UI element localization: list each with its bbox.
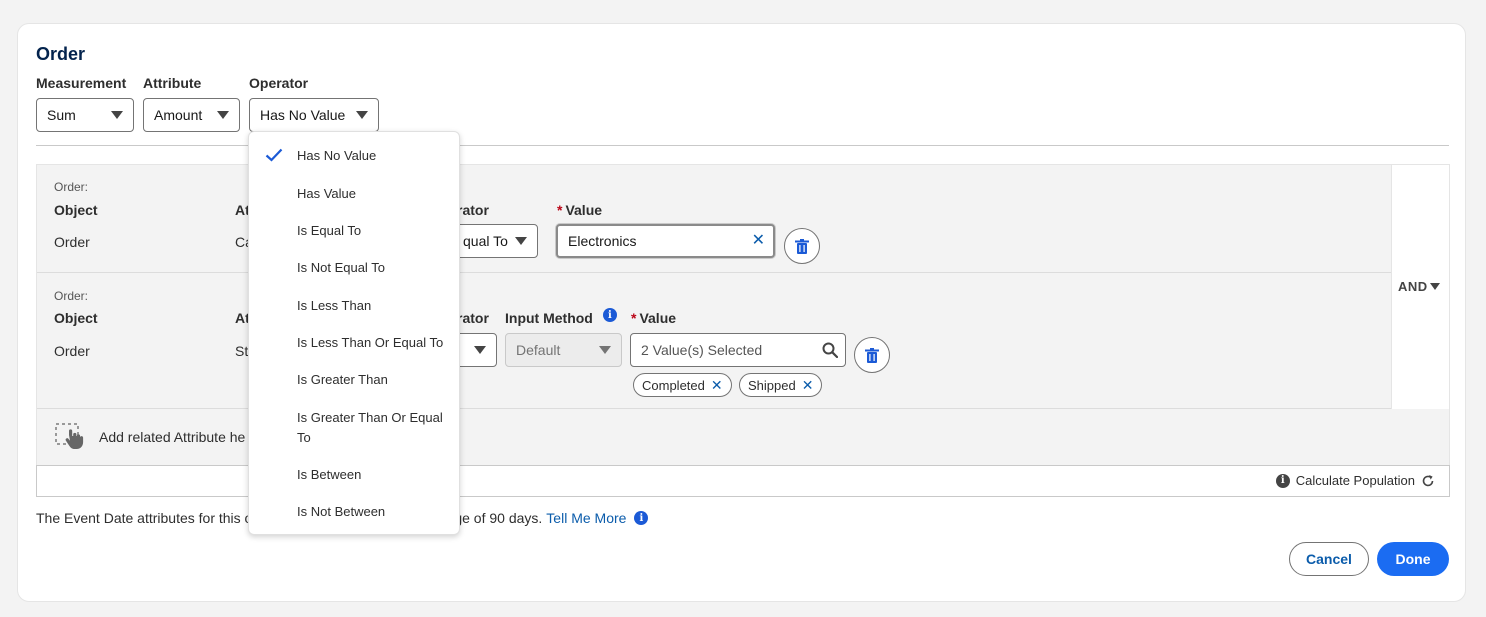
object-label: Object — [54, 310, 98, 326]
required-indicator: * — [557, 202, 563, 218]
menu-item-is-not-equal-to[interactable]: Is Not Equal To — [249, 258, 459, 278]
measurement-label: Measurement — [36, 75, 127, 91]
refresh-icon — [1422, 474, 1434, 486]
menu-item-is-greater-than-or-equal-to[interactable]: Is Greater Than Or Equal To — [249, 408, 459, 448]
rule1-value-text: Electronics — [568, 233, 637, 249]
menu-item-is-equal-to[interactable]: Is Equal To — [249, 221, 459, 241]
operator-label: rator — [457, 202, 489, 218]
check-icon — [265, 148, 283, 162]
object-label: Object — [54, 202, 98, 218]
chevron-down-icon — [515, 237, 527, 245]
add-related-attribute-text: Add related Attribute he — [99, 429, 246, 445]
measurement-select[interactable]: Sum — [36, 98, 134, 132]
calculate-population-label: Calculate Population — [1295, 473, 1415, 488]
operator-label: rator — [457, 310, 489, 326]
cancel-button[interactable]: Cancel — [1289, 542, 1369, 576]
required-indicator: * — [631, 310, 637, 326]
value-label: * Value — [631, 310, 677, 326]
page-title: Order — [36, 44, 86, 64]
measurement-select-value: Sum — [47, 107, 76, 123]
rule-row-1: Order: Object At rator * Value Order Ca q… — [37, 165, 1391, 273]
attribute-select-value: Amount — [154, 107, 203, 123]
drag-hand-icon — [55, 423, 84, 449]
attribute-value: St — [235, 343, 249, 359]
caret-down-icon — [1429, 283, 1440, 290]
chevron-down-icon — [217, 111, 229, 119]
logic-column: AND — [1391, 165, 1449, 409]
remove-icon[interactable]: ✕ — [802, 378, 814, 392]
info-icon: i — [1275, 473, 1290, 488]
input-method-select: Default — [505, 333, 622, 367]
chevron-down-icon — [599, 346, 611, 354]
selected-value-pill[interactable]: Completed ✕ — [633, 373, 732, 397]
operator-dropdown-menu: Has No Value Has Value Is Equal To Is No… — [248, 131, 460, 535]
selected-value-pill[interactable]: Shipped ✕ — [739, 373, 823, 397]
menu-item-has-no-value[interactable]: Has No Value — [249, 146, 459, 166]
remove-icon[interactable]: ✕ — [711, 378, 723, 392]
add-related-attribute-dropzone[interactable]: Add related Attribute he — [55, 423, 245, 451]
menu-item-is-less-than-or-equal-to[interactable]: Is Less Than Or Equal To — [249, 333, 459, 353]
menu-item-is-greater-than[interactable]: Is Greater Than — [249, 370, 459, 390]
chevron-down-icon — [111, 111, 123, 119]
info-icon[interactable]: i — [634, 511, 649, 525]
rule1-operator-value: qual To — [463, 233, 508, 249]
rule1-value-input[interactable]: Electronics ✕ — [556, 224, 775, 258]
chevron-down-icon — [356, 111, 368, 119]
chevron-down-icon — [474, 346, 486, 354]
object-value: Order — [54, 234, 90, 250]
delete-rule-button[interactable] — [784, 228, 820, 264]
logic-operator-toggle[interactable]: AND — [1398, 279, 1440, 294]
menu-item-has-value[interactable]: Has Value — [249, 184, 459, 204]
trash-icon — [865, 347, 879, 363]
rule2-value-placeholder: 2 Value(s) Selected — [641, 342, 763, 358]
trash-icon — [795, 238, 809, 254]
input-method-label: Input Method i — [505, 308, 617, 326]
input-method-value: Default — [516, 342, 561, 358]
calculate-population-button[interactable]: i Calculate Population — [1275, 473, 1435, 488]
tell-me-more-link[interactable]: Tell Me More — [546, 510, 626, 526]
value-label: * Value — [557, 202, 603, 218]
rule2-value-search-input[interactable]: 2 Value(s) Selected — [630, 333, 846, 367]
menu-item-is-less-than[interactable]: Is Less Than — [249, 296, 459, 316]
search-icon[interactable] — [822, 342, 838, 358]
operator-select-value: Has No Value — [260, 107, 346, 123]
done-button[interactable]: Done — [1377, 542, 1449, 576]
rule-row-2: Order: Object At rator Input Method i * V… — [37, 274, 1391, 409]
object-value: Order — [54, 343, 90, 359]
menu-item-is-not-between[interactable]: Is Not Between — [249, 502, 459, 522]
operator-select[interactable]: Has No Value — [249, 98, 379, 132]
rule-path: Order: — [54, 180, 89, 194]
menu-item-is-between[interactable]: Is Between — [249, 465, 459, 485]
filter-card: Order Measurement Attribute Operator Sum… — [17, 23, 1466, 602]
attribute-select[interactable]: Amount — [143, 98, 240, 132]
info-icon[interactable]: i — [602, 308, 617, 322]
delete-rule-button[interactable] — [854, 337, 890, 373]
rule-path: Order: — [54, 289, 89, 303]
attribute-label: Attribute — [143, 75, 202, 91]
operator-label: Operator — [249, 75, 309, 91]
clear-icon[interactable]: ✕ — [752, 233, 765, 249]
